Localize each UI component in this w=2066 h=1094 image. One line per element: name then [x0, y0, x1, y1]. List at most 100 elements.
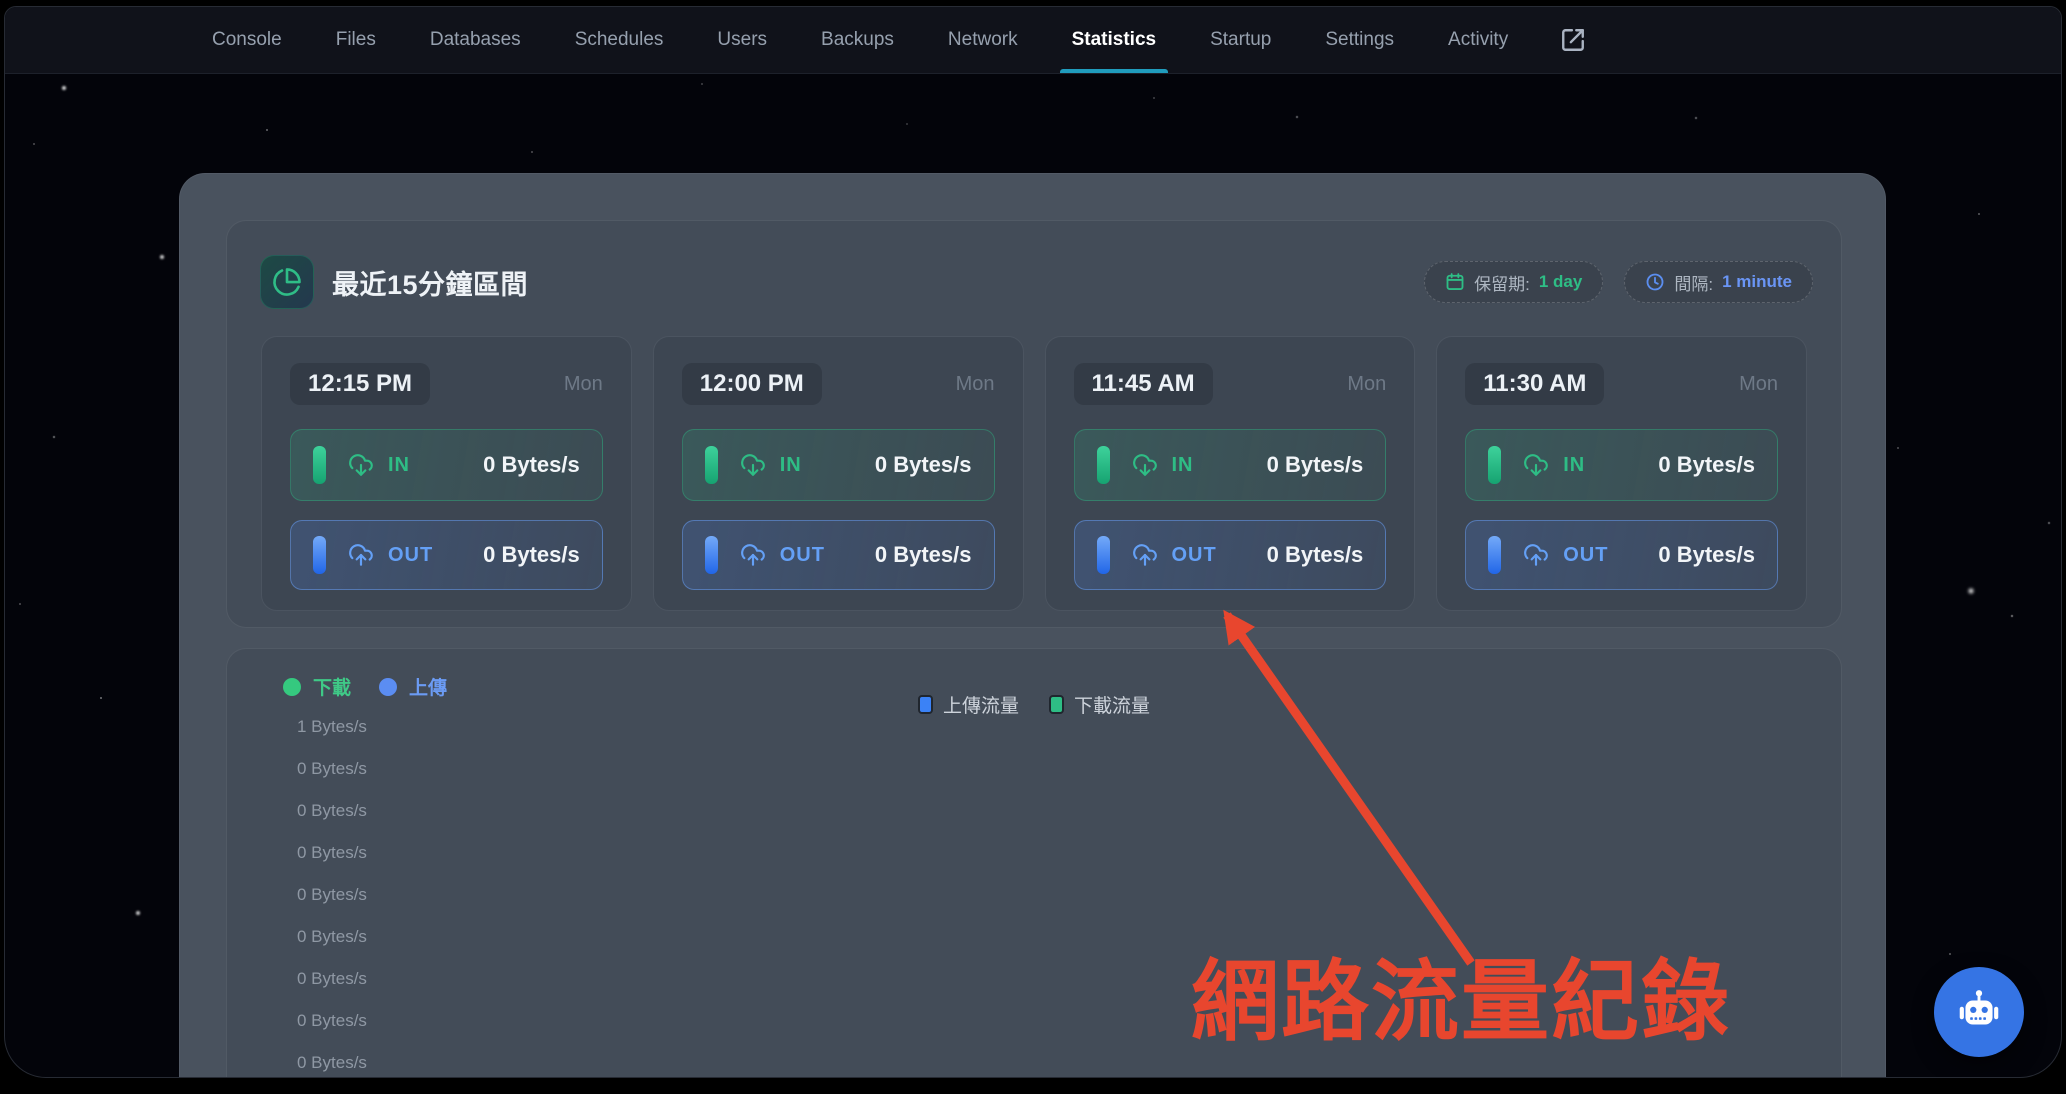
- pie-chart-icon: [272, 267, 302, 297]
- in-label: IN: [1172, 454, 1194, 477]
- traffic-out-row: OUT 0 Bytes/s: [682, 520, 995, 590]
- download-traffic-swatch-icon: [1049, 695, 1064, 714]
- out-label: OUT: [1563, 544, 1608, 567]
- time-card: 11:45 AM Mon IN 0 Bytes/s OUT 0 Bytes/s: [1045, 336, 1416, 611]
- retention-badge: 保留期: 1 day: [1424, 261, 1603, 303]
- statistics-panel: 最近15分鐘區間 保留期: 1 day 間隔:: [179, 173, 1886, 1078]
- y-axis-tick: 0 Bytes/s: [297, 927, 367, 947]
- time-card: 12:15 PM Mon IN 0 Bytes/s OUT 0 Bytes/s: [261, 336, 632, 611]
- retention-value: 1 day: [1539, 272, 1582, 292]
- download-traffic-label: 下載流量: [1074, 691, 1150, 718]
- cloud-download-icon: [1523, 452, 1549, 478]
- in-value: 0 Bytes/s: [1658, 452, 1755, 478]
- tab-activity[interactable]: Activity: [1436, 7, 1520, 73]
- in-indicator-bar: [1097, 446, 1110, 484]
- tab-backups[interactable]: Backups: [809, 7, 906, 73]
- traffic-in-row: IN 0 Bytes/s: [1074, 429, 1387, 501]
- traffic-in-row: IN 0 Bytes/s: [290, 429, 603, 501]
- external-link-button[interactable]: [1550, 7, 1596, 73]
- in-indicator-bar: [705, 446, 718, 484]
- interval-label: 間隔:: [1674, 270, 1713, 295]
- app-window: Console Files Databases Schedules Users …: [4, 6, 2062, 1078]
- in-label: IN: [1563, 454, 1585, 477]
- in-value: 0 Bytes/s: [1267, 452, 1364, 478]
- chart-legend: 上傳流量 下載流量: [227, 691, 1841, 718]
- out-value: 0 Bytes/s: [483, 542, 580, 568]
- traffic-out-row: OUT 0 Bytes/s: [290, 520, 603, 590]
- cloud-upload-icon: [1132, 542, 1158, 568]
- cloud-upload-icon: [1523, 542, 1549, 568]
- cloud-download-icon: [740, 452, 766, 478]
- time-cards-row: 12:15 PM Mon IN 0 Bytes/s OUT 0 Bytes/s: [261, 336, 1807, 611]
- robot-icon: [1954, 987, 2004, 1037]
- traffic-out-row: OUT 0 Bytes/s: [1465, 520, 1778, 590]
- tab-users[interactable]: Users: [705, 7, 779, 73]
- out-indicator-bar: [1097, 536, 1110, 574]
- y-axis-tick: 0 Bytes/s: [297, 885, 367, 905]
- tab-schedules[interactable]: Schedules: [563, 7, 676, 73]
- out-value: 0 Bytes/s: [1267, 542, 1364, 568]
- day-label: Mon: [564, 373, 603, 396]
- out-value: 0 Bytes/s: [1658, 542, 1755, 568]
- tab-network[interactable]: Network: [936, 7, 1030, 73]
- legend-item-download-traffic[interactable]: 下載流量: [1049, 691, 1150, 718]
- page-title: 最近15分鐘區間: [332, 263, 528, 302]
- y-axis-ticks: 1 Bytes/s 0 Bytes/s 0 Bytes/s 0 Bytes/s …: [297, 717, 367, 1078]
- traffic-in-row: IN 0 Bytes/s: [1465, 429, 1778, 501]
- y-axis-tick: 0 Bytes/s: [297, 801, 367, 821]
- time-card: 11:30 AM Mon IN 0 Bytes/s OUT 0 Bytes/s: [1436, 336, 1807, 611]
- out-indicator-bar: [1488, 536, 1501, 574]
- settings-badges: 保留期: 1 day 間隔: 1 minute: [1424, 261, 1813, 303]
- tab-console[interactable]: Console: [200, 7, 294, 73]
- in-value: 0 Bytes/s: [483, 452, 580, 478]
- in-indicator-bar: [313, 446, 326, 484]
- day-label: Mon: [956, 373, 995, 396]
- traffic-out-row: OUT 0 Bytes/s: [1074, 520, 1387, 590]
- time-card: 12:00 PM Mon IN 0 Bytes/s OUT 0 Bytes/s: [653, 336, 1024, 611]
- time-chip: 11:45 AM: [1074, 363, 1213, 405]
- out-indicator-bar: [313, 536, 326, 574]
- annotation-text: 網路流量紀錄: [1191, 953, 1791, 1052]
- in-label: IN: [388, 454, 410, 477]
- y-axis-tick: 0 Bytes/s: [297, 843, 367, 863]
- interval-stats-card: 最近15分鐘區間 保留期: 1 day 間隔:: [226, 220, 1842, 628]
- screenshot-root: Console Files Databases Schedules Users …: [0, 0, 2066, 1094]
- cloud-upload-icon: [740, 542, 766, 568]
- out-label: OUT: [388, 544, 433, 567]
- out-label: OUT: [1172, 544, 1217, 567]
- pie-chart-icon-chip: [260, 255, 314, 309]
- cloud-download-icon: [1132, 452, 1158, 478]
- traffic-in-row: IN 0 Bytes/s: [682, 429, 995, 501]
- interval-value: 1 minute: [1722, 272, 1792, 292]
- cloud-upload-icon: [348, 542, 374, 568]
- retention-label: 保留期:: [1474, 270, 1530, 295]
- day-label: Mon: [1347, 373, 1386, 396]
- tab-databases[interactable]: Databases: [418, 7, 533, 73]
- time-chip: 11:30 AM: [1465, 363, 1604, 405]
- y-axis-tick: 0 Bytes/s: [297, 969, 367, 989]
- card-header: 最近15分鐘區間: [260, 255, 528, 309]
- legend-item-upload-traffic[interactable]: 上傳流量: [918, 691, 1019, 718]
- time-chip: 12:00 PM: [682, 363, 822, 405]
- tab-files[interactable]: Files: [324, 7, 388, 73]
- upload-traffic-swatch-icon: [918, 695, 933, 714]
- cloud-download-icon: [348, 452, 374, 478]
- top-navigation: Console Files Databases Schedules Users …: [5, 7, 2062, 74]
- in-label: IN: [780, 454, 802, 477]
- y-axis-tick: 0 Bytes/s: [297, 759, 367, 779]
- tab-settings[interactable]: Settings: [1313, 7, 1406, 73]
- y-axis-tick: 0 Bytes/s: [297, 1053, 367, 1073]
- calendar-icon: [1445, 272, 1465, 292]
- tab-startup[interactable]: Startup: [1198, 7, 1283, 73]
- external-link-icon: [1560, 27, 1586, 53]
- y-axis-tick: 0 Bytes/s: [297, 1011, 367, 1031]
- upload-traffic-label: 上傳流量: [943, 691, 1019, 718]
- in-value: 0 Bytes/s: [875, 452, 972, 478]
- clock-icon: [1645, 272, 1665, 292]
- out-value: 0 Bytes/s: [875, 542, 972, 568]
- assistant-fab-button[interactable]: [1934, 967, 2024, 1057]
- day-label: Mon: [1739, 373, 1778, 396]
- y-axis-tick: 1 Bytes/s: [297, 717, 367, 737]
- in-indicator-bar: [1488, 446, 1501, 484]
- tab-statistics[interactable]: Statistics: [1060, 7, 1168, 73]
